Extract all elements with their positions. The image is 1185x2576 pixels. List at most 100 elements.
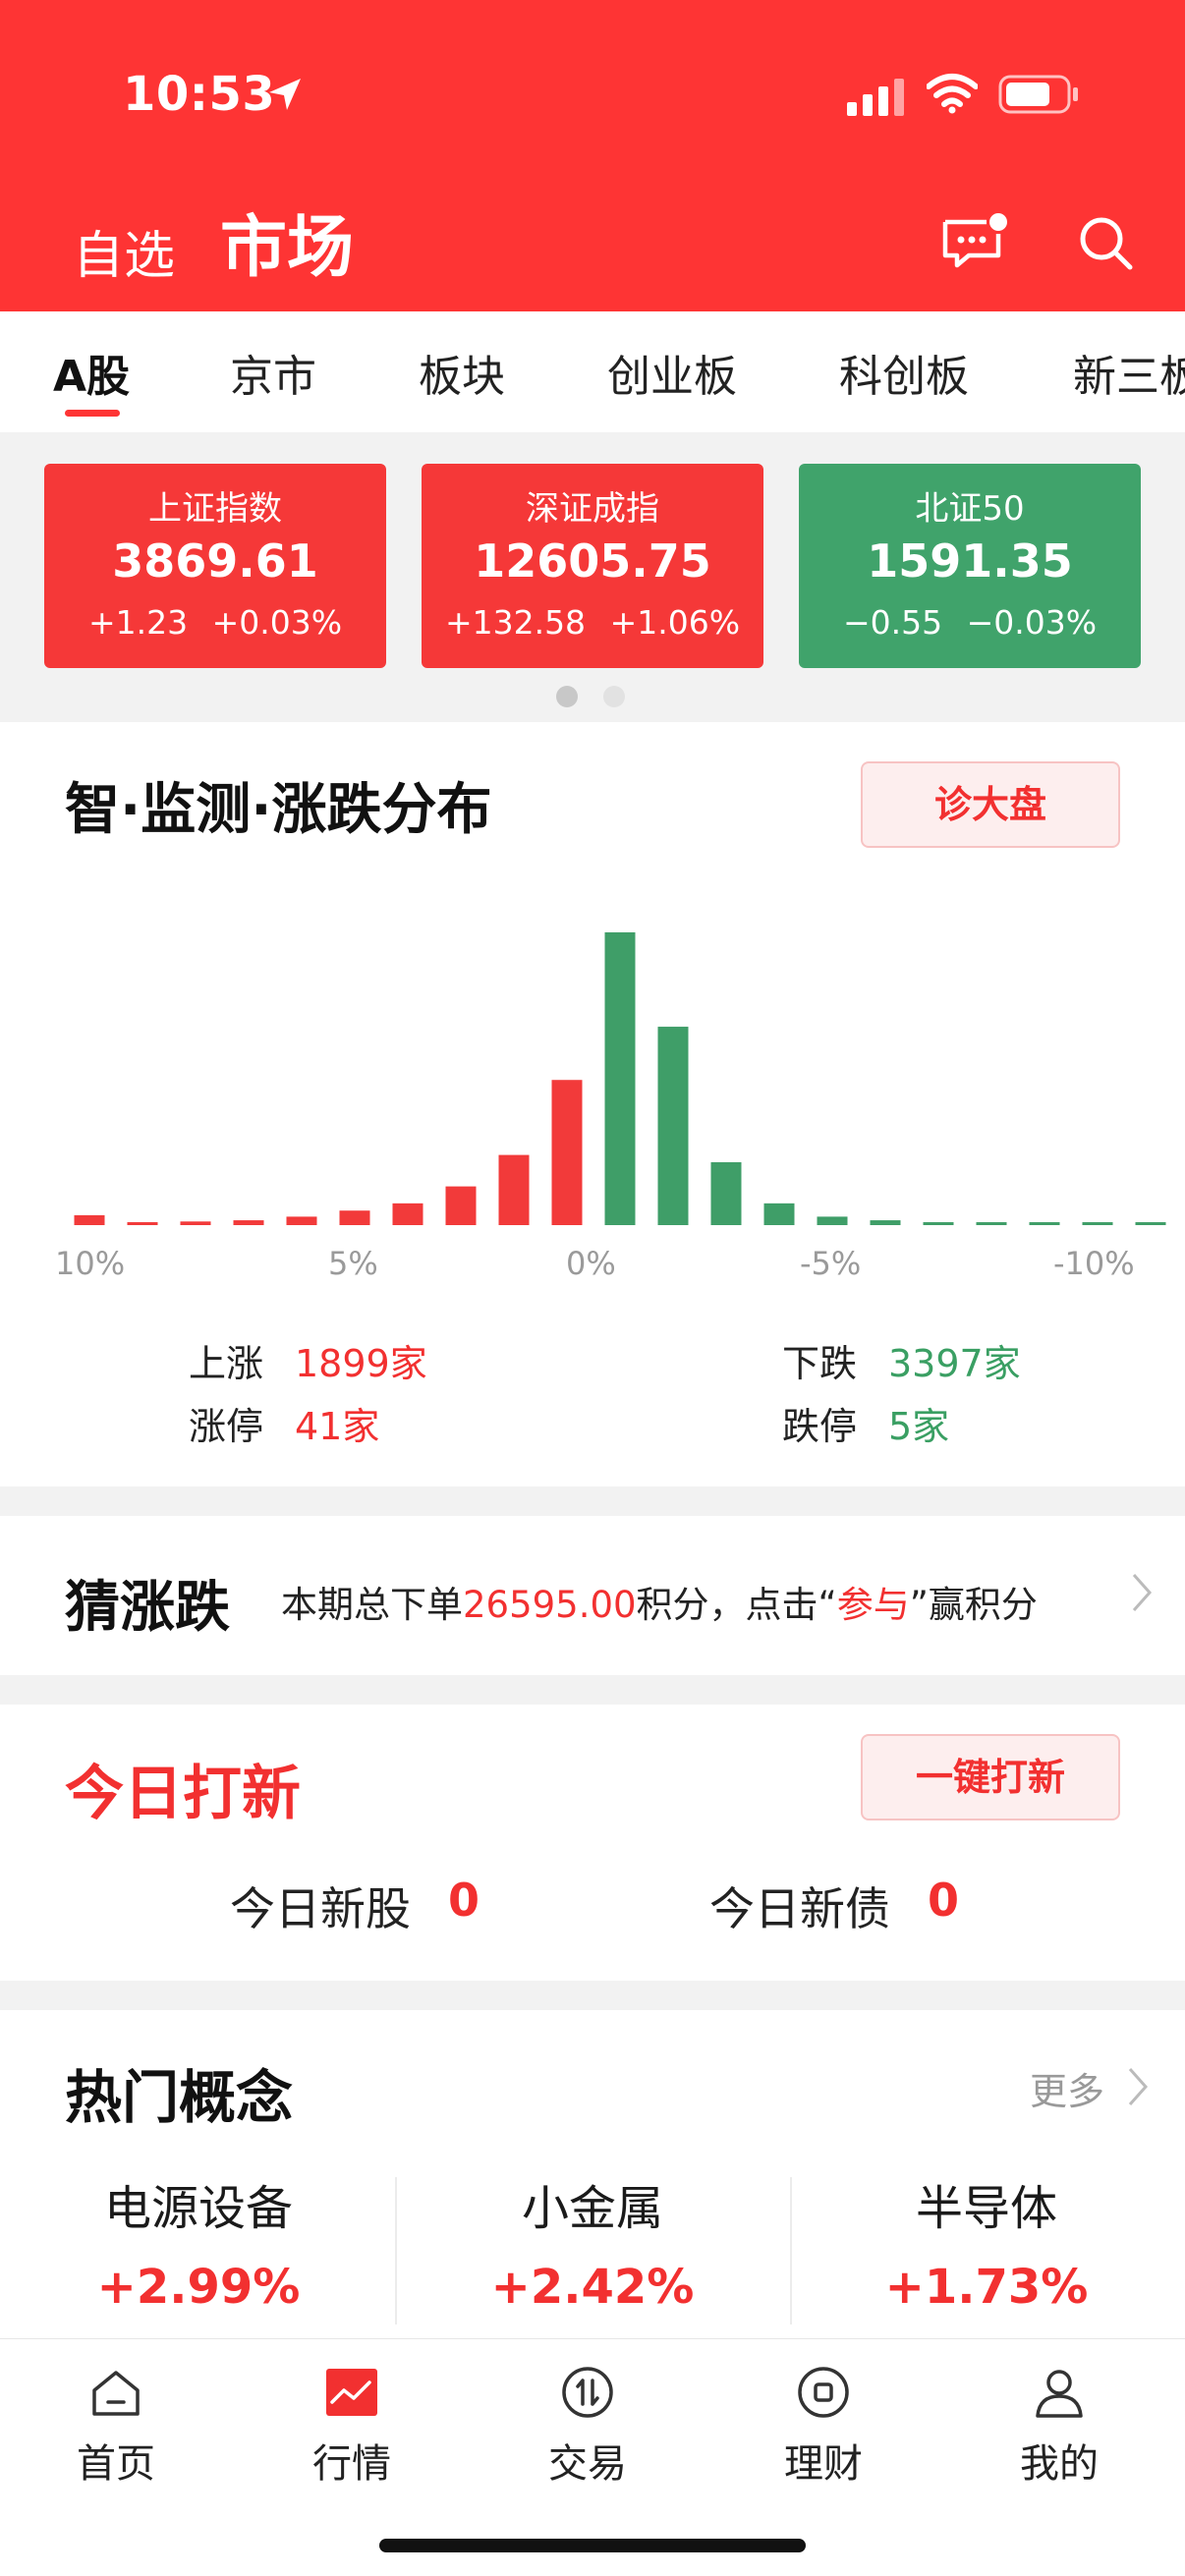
- distribution-bar: [870, 1220, 901, 1225]
- ipo-section: 今日打新 一键打新 今日新股 0 今日新债 0: [0, 1705, 1185, 1981]
- concept-item[interactable]: 小金属 +2.42%: [396, 2169, 789, 2315]
- distribution-bar: [392, 1203, 423, 1225]
- up-count: 1899家: [295, 1342, 427, 1385]
- tab-neeq[interactable]: 新三板: [1073, 341, 1185, 404]
- nav-label: 交易: [548, 2441, 627, 2487]
- index-change: +1.23 +0.03%: [87, 603, 343, 642]
- distribution-bar: [976, 1222, 1007, 1225]
- distribution-chart: [74, 932, 1166, 1225]
- nav-label: 首页: [77, 2441, 155, 2487]
- concept-name: 电源设备: [103, 2181, 293, 2236]
- new-bonds-count: 0: [928, 1874, 960, 1927]
- tab-beijing-market[interactable]: 京市: [230, 341, 316, 404]
- more-link[interactable]: 更多: [1030, 2061, 1104, 2115]
- distribution-bar: [445, 1186, 477, 1225]
- concept-name: 半导体: [915, 2181, 1057, 2236]
- index-value: 12605.75: [474, 534, 711, 588]
- limit-down-label: 跌停: [782, 1405, 858, 1448]
- guess-section[interactable]: 猜涨跌 本期总下单26595.00积分，点击“参与”赢积分: [0, 1516, 1185, 1675]
- tab-sectors[interactable]: 板块: [419, 341, 505, 404]
- one-click-ipo-button[interactable]: 一键打新: [861, 1734, 1120, 1820]
- index-name: 北证50: [915, 489, 1025, 529]
- new-stocks-count: 0: [448, 1874, 480, 1927]
- distribution-bar: [817, 1216, 848, 1225]
- diagnose-market-button[interactable]: 诊大盘: [861, 761, 1120, 848]
- cellular-signal-icon: [847, 79, 904, 116]
- distribution-bar: [233, 1220, 264, 1225]
- trade-icon: [562, 2367, 613, 2418]
- axis-label: 0%: [566, 1245, 616, 1282]
- concept-change: +2.99%: [96, 2260, 301, 2315]
- chevron-right-icon[interactable]: [1126, 2065, 1150, 2108]
- nav-market[interactable]: 行情: [273, 2363, 430, 2489]
- concept-item[interactable]: 电源设备 +2.99%: [2, 2169, 395, 2315]
- distribution-title: 智·监测·涨跌分布: [65, 778, 492, 842]
- nav-label: 行情: [312, 2441, 391, 2487]
- market-tabs: A股 京市 板块 创业板 科创板 新三板: [0, 311, 1185, 432]
- bottom-navigation: 首页 行情 交易 理财 我的: [0, 2338, 1185, 2576]
- app-header: 10:53 自选 市场: [0, 0, 1185, 311]
- tab-watchlist[interactable]: 自选: [73, 214, 175, 288]
- search-icon[interactable]: [1077, 214, 1136, 273]
- concept-item[interactable]: 半导体 +1.73%: [790, 2169, 1183, 2315]
- down-label: 下跌: [782, 1342, 858, 1385]
- distribution-bar: [1082, 1222, 1113, 1225]
- tab-chinext[interactable]: 创业板: [607, 341, 737, 404]
- concept-name: 小金属: [521, 2181, 663, 2236]
- distribution-bar: [127, 1222, 158, 1225]
- nav-wealth[interactable]: 理财: [745, 2363, 902, 2489]
- carousel-dot: [603, 686, 625, 707]
- profile-icon: [1036, 2370, 1083, 2418]
- guess-description: 本期总下单26595.00积分，点击“参与”赢积分: [281, 1584, 1038, 1626]
- index-value: 3869.61: [112, 534, 318, 588]
- wealth-icon: [798, 2367, 849, 2418]
- index-value: 1591.35: [867, 534, 1073, 588]
- distribution-bar: [339, 1210, 370, 1225]
- limit-up-count: 41家: [295, 1405, 380, 1448]
- distribution-bar: [657, 1027, 689, 1225]
- tab-star-market[interactable]: 科创板: [839, 341, 969, 404]
- axis-label: -5%: [800, 1245, 862, 1282]
- nav-trade[interactable]: 交易: [509, 2363, 666, 2489]
- participate-link[interactable]: 参与: [837, 1584, 910, 1626]
- index-cards: 上证指数 3869.61 +1.23 +0.03% 深证成指 12605.75 …: [0, 432, 1185, 722]
- hot-concepts-title: 热门概念: [65, 2064, 294, 2131]
- tab-a-shares[interactable]: A股: [53, 341, 130, 404]
- index-change: −0.55 −0.03%: [842, 603, 1098, 642]
- distribution-bar: [763, 1203, 795, 1225]
- nav-label: 我的: [1020, 2441, 1099, 2487]
- index-card-shenzhen[interactable]: 深证成指 12605.75 +132.58 +1.06%: [422, 464, 763, 668]
- limit-down-count: 5家: [888, 1405, 950, 1448]
- distribution-bar: [180, 1221, 211, 1225]
- distribution-bar: [923, 1222, 954, 1225]
- distribution-bar: [551, 1080, 583, 1225]
- hot-concepts-section: 热门概念 更多 电源设备 +2.99% 小金属 +2.42% 半导体 +1.73…: [0, 2010, 1185, 2338]
- index-card-bse50[interactable]: 北证50 1591.35 −0.55 −0.03%: [799, 464, 1141, 668]
- tab-market[interactable]: 市场: [220, 193, 354, 290]
- message-icon[interactable]: [939, 210, 1008, 273]
- distribution-bar: [498, 1154, 530, 1225]
- guess-title: 猜涨跌: [65, 1576, 230, 1640]
- axis-label: -10%: [1053, 1245, 1135, 1282]
- location-arrow-icon: [269, 79, 301, 110]
- new-bonds-label[interactable]: 今日新债: [709, 1874, 890, 1938]
- index-change: +132.58 +1.06%: [444, 603, 741, 642]
- distribution-bar: [604, 932, 636, 1225]
- tab-active-indicator: [65, 410, 120, 417]
- carousel-dot-active: [556, 686, 578, 707]
- distribution-section: 智·监测·涨跌分布 诊大盘 10% 5% 0% -5% -10% 上涨 1899…: [0, 722, 1185, 1486]
- index-card-shanghai[interactable]: 上证指数 3869.61 +1.23 +0.03%: [44, 464, 386, 668]
- chevron-right-icon: [1132, 1574, 1153, 1611]
- status-time: 10:53: [123, 67, 276, 122]
- nav-home[interactable]: 首页: [37, 2363, 195, 2489]
- nav-profile[interactable]: 我的: [981, 2363, 1138, 2489]
- axis-label: 10%: [55, 1245, 126, 1282]
- home-indicator: [379, 2539, 806, 2552]
- concept-change: +1.73%: [884, 2260, 1089, 2315]
- distribution-bar: [74, 1214, 105, 1225]
- new-stocks-label[interactable]: 今日新股: [230, 1874, 411, 1938]
- distribution-bar: [1135, 1222, 1166, 1225]
- home-icon: [92, 2371, 140, 2416]
- carousel-dots: [556, 686, 650, 711]
- nav-label: 理财: [784, 2441, 863, 2487]
